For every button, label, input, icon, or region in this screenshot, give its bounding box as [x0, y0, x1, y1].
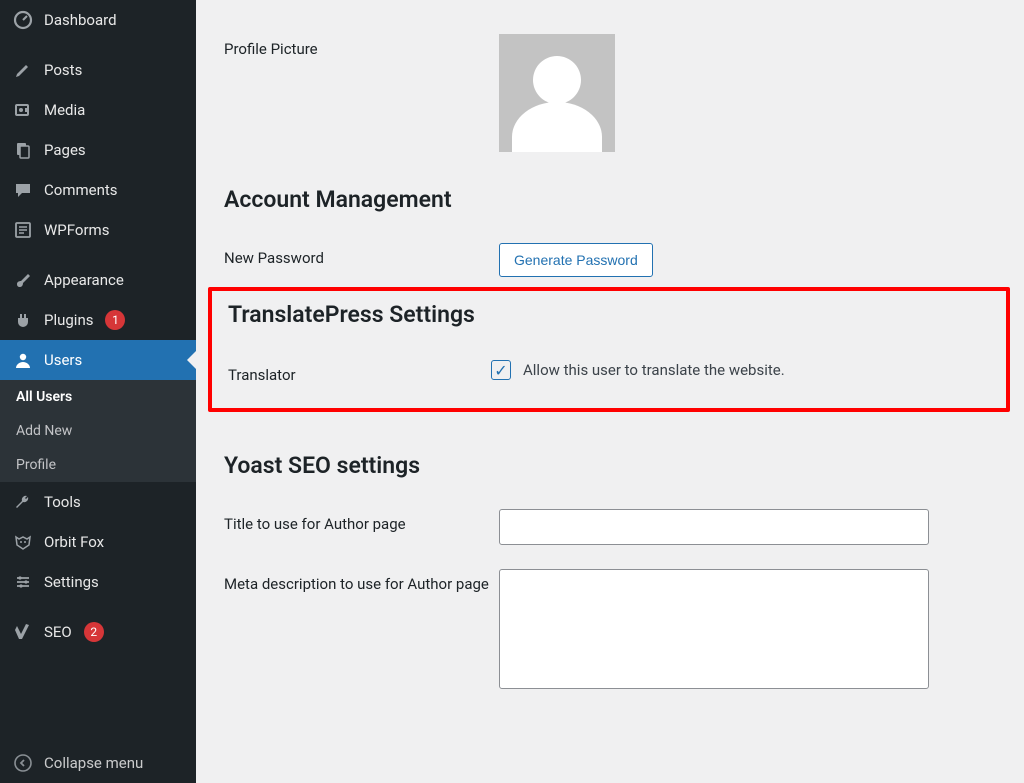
media-icon: [12, 100, 34, 120]
pin-icon: [12, 60, 34, 80]
settings-icon: [12, 572, 34, 592]
avatar-placeholder: [499, 34, 615, 152]
sidebar-subitem-profile[interactable]: Profile: [0, 448, 196, 482]
sidebar-item-plugins[interactable]: Plugins 1: [0, 300, 196, 340]
translatepress-heading: TranslatePress Settings: [214, 293, 1004, 334]
translator-row: Translator ✓ Allow this user to translat…: [214, 334, 1004, 384]
author-meta-row: Meta description to use for Author page: [196, 545, 1024, 693]
translatepress-highlight-box: TranslatePress Settings Translator ✓ All…: [208, 287, 1010, 412]
author-title-row: Title to use for Author page: [196, 485, 1024, 545]
translator-checkbox-label: Allow this user to translate the website…: [523, 361, 785, 379]
author-title-label: Title to use for Author page: [224, 509, 499, 533]
sidebar-item-appearance[interactable]: Appearance: [0, 260, 196, 300]
sidebar-item-posts[interactable]: Posts: [0, 50, 196, 90]
sidebar-item-label: Settings: [44, 573, 99, 591]
sidebar-item-media[interactable]: Media: [0, 90, 196, 130]
sidebar-item-collapse[interactable]: Collapse menu: [0, 743, 196, 783]
comments-icon: [12, 180, 34, 200]
new-password-row: New Password Generate Password: [196, 219, 1024, 277]
sidebar-item-label: Pages: [44, 141, 86, 159]
dashboard-icon: [12, 10, 34, 30]
brush-icon: [12, 270, 34, 290]
sidebar-item-orbit-fox[interactable]: Orbit Fox: [0, 522, 196, 562]
sidebar-item-label: Plugins: [44, 311, 93, 329]
sidebar-item-label: Appearance: [44, 271, 124, 289]
yoast-heading: Yoast SEO settings: [196, 418, 1024, 485]
translator-checkbox[interactable]: ✓: [491, 360, 511, 380]
fox-icon: [12, 532, 34, 552]
sidebar-item-users[interactable]: Users: [0, 340, 196, 380]
new-password-label: New Password: [224, 243, 499, 267]
sidebar-item-label: WPForms: [44, 221, 109, 239]
pages-icon: [12, 140, 34, 160]
sidebar-subitem-add-new[interactable]: Add New: [0, 414, 196, 448]
sidebar-item-label: Orbit Fox: [44, 533, 104, 551]
sidebar-item-label: Tools: [44, 493, 81, 511]
author-meta-label: Meta description to use for Author page: [224, 569, 499, 593]
wpforms-icon: [12, 220, 34, 240]
sidebar-item-comments[interactable]: Comments: [0, 170, 196, 210]
sidebar-item-label: SEO: [44, 623, 72, 641]
sidebar-submenu-users: All Users Add New Profile: [0, 380, 196, 482]
plugins-badge: 1: [105, 310, 125, 330]
sidebar-item-label: Collapse menu: [44, 754, 143, 772]
sidebar-item-label: Posts: [44, 61, 82, 79]
sidebar-item-pages[interactable]: Pages: [0, 130, 196, 170]
sidebar-item-label: Comments: [44, 181, 118, 199]
sidebar-item-seo[interactable]: SEO 2: [0, 612, 196, 652]
sidebar-item-wpforms[interactable]: WPForms: [0, 210, 196, 250]
sidebar-item-label: Dashboard: [44, 11, 117, 29]
sidebar-item-tools[interactable]: Tools: [0, 482, 196, 522]
sidebar-subitem-all-users[interactable]: All Users: [0, 380, 196, 414]
sidebar-item-dashboard[interactable]: Dashboard: [0, 0, 196, 40]
generate-password-button[interactable]: Generate Password: [499, 243, 653, 277]
sidebar-item-label: Media: [44, 101, 85, 119]
admin-sidebar: Dashboard Posts Media Pages Comments WPF…: [0, 0, 196, 783]
wrench-icon: [12, 492, 34, 512]
sidebar-item-settings[interactable]: Settings: [0, 562, 196, 602]
sidebar-item-label: Users: [44, 351, 82, 369]
main-content: Profile Picture Account Management New P…: [196, 0, 1024, 783]
translator-label: Translator: [228, 360, 491, 384]
account-management-heading: Account Management: [196, 152, 1024, 219]
profile-picture-row: Profile Picture: [196, 10, 1024, 152]
plugin-icon: [12, 310, 34, 330]
yoast-icon: [12, 622, 34, 642]
seo-badge: 2: [84, 622, 104, 642]
user-icon: [12, 350, 34, 370]
profile-picture-label: Profile Picture: [224, 34, 499, 58]
collapse-icon: [12, 753, 34, 773]
translator-checkbox-wrap[interactable]: ✓ Allow this user to translate the websi…: [491, 360, 984, 380]
author-title-input[interactable]: [499, 509, 929, 545]
author-meta-textarea[interactable]: [499, 569, 929, 689]
